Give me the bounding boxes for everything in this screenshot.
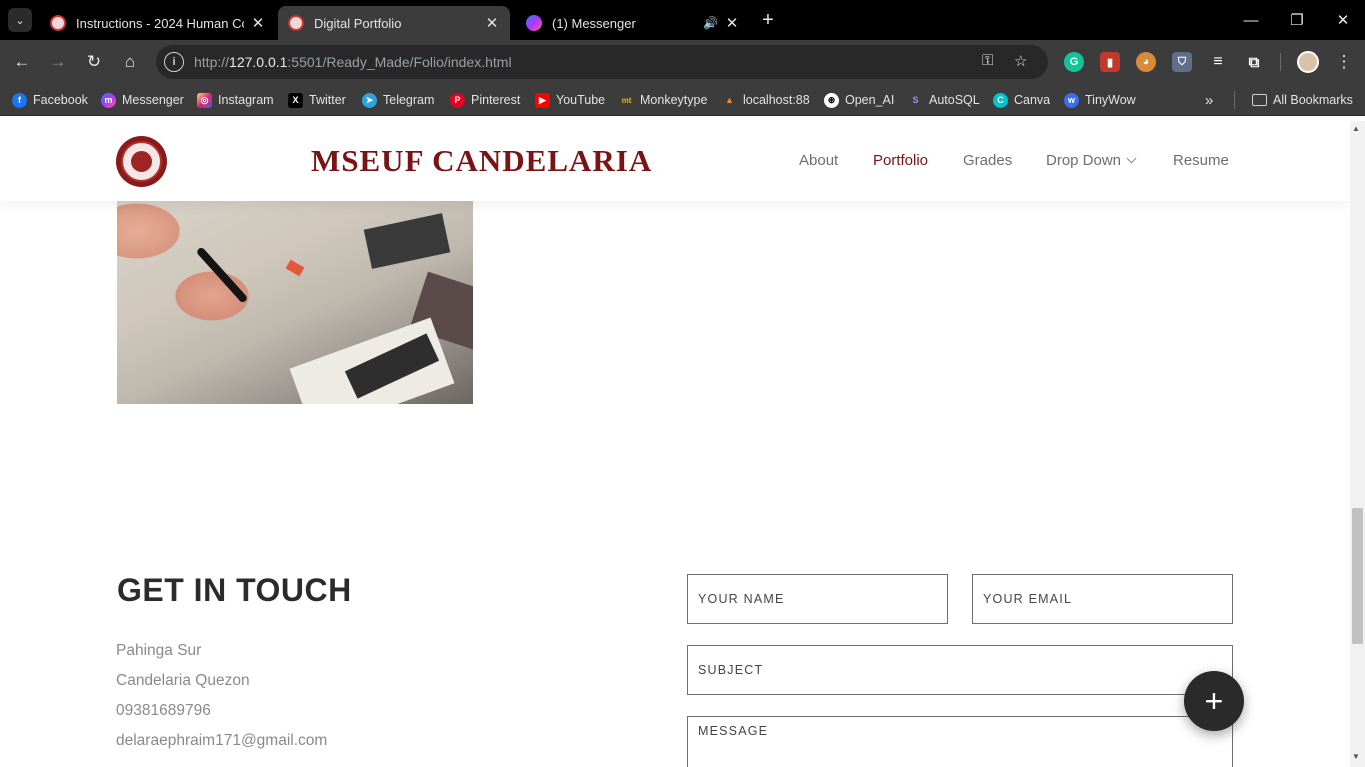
bookmark-twitter[interactable]: X Twitter (288, 84, 346, 116)
nav-grades[interactable]: Grades (963, 152, 1012, 169)
all-bookmarks-button[interactable]: All Bookmarks (1252, 84, 1353, 116)
bookmark-instagram[interactable]: ◎ Instagram (197, 84, 274, 116)
monkeytype-icon: mt (621, 95, 632, 105)
contact-phone: 09381689796 (116, 702, 211, 719)
bookmark-tinywow[interactable]: w TinyWow (1064, 84, 1136, 116)
face-extension-icon[interactable]: ◕ (1136, 52, 1156, 72)
address-bar[interactable]: i http://127.0.0.1:5501/Ready_Made/Folio… (156, 45, 1048, 79)
page-viewport: MSEUF CANDELARIA About Portfolio Grades … (0, 121, 1350, 767)
contact-email: delaraephraim171@gmail.com (116, 732, 328, 749)
subject-input[interactable]: SUBJECT (687, 645, 1233, 695)
seal-favicon-icon (50, 15, 66, 31)
tab-title: (1) Messenger (552, 15, 636, 31)
chevron-down-icon (1126, 153, 1137, 164)
restore-button[interactable]: ❐ (1274, 0, 1320, 40)
minimize-button[interactable]: — (1228, 0, 1274, 40)
bookmark-monkeytype[interactable]: mt Monkeytype (619, 84, 708, 116)
contact-address-line2: Candelaria Quezon (116, 672, 250, 689)
book-extension-icon[interactable]: ▮ (1100, 52, 1120, 72)
browser-menu-icon[interactable]: ⋮ (1330, 48, 1358, 76)
toolbar-divider (1280, 53, 1281, 71)
floating-add-button[interactable]: + (1184, 671, 1244, 731)
autosql-icon: S (912, 95, 919, 105)
bookmark-telegram[interactable]: ➤ Telegram (362, 84, 434, 116)
url-text[interactable]: http://127.0.0.1:5501/Ready_Made/Folio/i… (194, 54, 512, 70)
tab-messenger[interactable]: (1) Messenger 🔊 ✕ (516, 6, 750, 40)
instagram-icon: ◎ (197, 92, 212, 108)
bookmark-youtube[interactable]: ▶ YouTube (535, 84, 605, 116)
xampp-icon: ▲ (725, 95, 734, 105)
browser-tab-strip: ⌄ Instructions - 2024 Human Com ✕ Digita… (0, 0, 1365, 40)
home-button[interactable]: ⌂ (116, 48, 144, 76)
bookmark-autosql[interactable]: S AutoSQL (908, 84, 979, 116)
shield-extension-icon[interactable]: ⛉ (1172, 52, 1192, 72)
scrollbar-thumb[interactable] (1352, 508, 1363, 644)
close-tab-icon[interactable]: ✕ (484, 14, 500, 32)
more-bookmarks-button[interactable]: » (1205, 84, 1213, 116)
browser-toolbar: ← → ↻ ⌂ i http://127.0.0.1:5501/Ready_Ma… (0, 40, 1365, 84)
new-tab-button[interactable]: + (756, 8, 780, 32)
speaker-icon[interactable]: 🔊 (703, 16, 718, 30)
nav-drop-down[interactable]: Drop Down (1046, 152, 1137, 169)
nav-about[interactable]: About (799, 152, 838, 169)
scroll-up-arrow-icon[interactable]: ▲ (1352, 124, 1360, 133)
bookmark-star-icon[interactable]: ☆ (1014, 52, 1027, 70)
tab-digital-portfolio[interactable]: Digital Portfolio ✕ (278, 6, 510, 40)
messenger-favicon-icon (526, 15, 542, 31)
youtube-icon: ▶ (535, 92, 550, 108)
nav-portfolio[interactable]: Portfolio (873, 152, 928, 169)
email-input[interactable]: YOUR EMAIL (972, 574, 1233, 624)
seal-favicon-icon (288, 15, 304, 31)
x-twitter-icon: X (288, 92, 303, 108)
bookmark-facebook[interactable]: f Facebook (12, 84, 88, 116)
facebook-icon: f (12, 92, 27, 108)
bookmark-pinterest[interactable]: P Pinterest (450, 84, 520, 116)
telegram-icon: ➤ (362, 92, 377, 108)
messenger-icon: m (101, 92, 116, 108)
university-seal-logo[interactable] (116, 136, 167, 187)
bookmarks-bar: f Facebook m Messenger ◎ Instagram X Twitter… (0, 84, 1365, 116)
site-info-icon[interactable]: i (164, 52, 184, 72)
back-button[interactable]: ← (8, 48, 36, 76)
folder-icon (1252, 94, 1267, 106)
tab-title: Digital Portfolio (314, 15, 402, 31)
close-tab-icon[interactable]: ✕ (724, 14, 740, 32)
bookmark-openai[interactable]: ⊛ Open_AI (824, 84, 894, 116)
bookmark-canva[interactable]: C Canva (993, 84, 1050, 116)
forward-button[interactable]: → (44, 48, 72, 76)
openai-icon: ⊛ (824, 92, 839, 108)
grammarly-extension-icon[interactable]: G (1064, 52, 1084, 72)
scroll-down-arrow-icon[interactable]: ▼ (1352, 752, 1360, 761)
pinterest-icon: P (450, 92, 465, 108)
portfolio-image[interactable] (117, 201, 473, 404)
message-textarea[interactable]: MESSAGE (687, 716, 1233, 767)
scrollbar-track[interactable] (1350, 121, 1365, 767)
tab-search-button[interactable]: ⌄ (8, 8, 32, 32)
bookmarks-divider (1234, 91, 1235, 109)
reload-button[interactable]: ↻ (80, 48, 108, 76)
tab-title: Instructions - 2024 Human Com (76, 15, 244, 31)
nav-resume[interactable]: Resume (1173, 152, 1229, 169)
reading-list-icon[interactable]: ≡ (1208, 52, 1228, 72)
extensions-puzzle-icon[interactable]: ⧉ (1244, 52, 1264, 72)
profile-avatar[interactable] (1297, 51, 1319, 73)
bookmark-localhost[interactable]: ▲ localhost:88 (722, 84, 810, 116)
site-header: MSEUF CANDELARIA About Portfolio Grades … (0, 121, 1350, 201)
close-window-button[interactable]: ✕ (1320, 0, 1365, 40)
canva-icon: C (993, 92, 1008, 108)
contact-address-line1: Pahinga Sur (116, 642, 202, 659)
key-icon[interactable]: ⚿ (982, 52, 993, 69)
tinywow-icon: w (1064, 92, 1079, 108)
close-tab-icon[interactable]: ✕ (250, 14, 266, 32)
name-input[interactable]: YOUR NAME (687, 574, 948, 624)
site-brand[interactable]: MSEUF CANDELARIA (311, 143, 652, 179)
bookmark-messenger[interactable]: m Messenger (101, 84, 184, 116)
tab-instructions[interactable]: Instructions - 2024 Human Com ✕ (40, 6, 276, 40)
contact-section-title: GET IN TOUCH (117, 572, 352, 608)
